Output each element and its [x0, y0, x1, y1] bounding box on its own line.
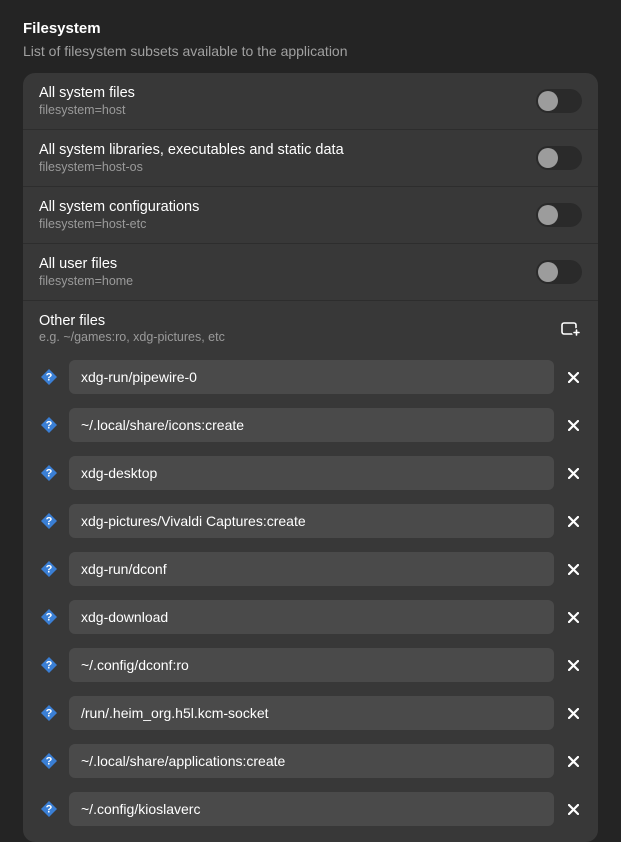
help-icon[interactable]: ? — [39, 511, 59, 531]
toggle-switch-home[interactable] — [536, 260, 582, 284]
toggle-sub: filesystem=home — [39, 274, 536, 288]
file-path-input[interactable] — [69, 456, 554, 490]
svg-text:?: ? — [46, 804, 53, 816]
close-icon — [568, 756, 579, 767]
help-icon[interactable]: ? — [39, 367, 59, 387]
remove-file-button[interactable] — [564, 656, 582, 674]
toggle-switch-host-os[interactable] — [536, 146, 582, 170]
close-icon — [568, 372, 579, 383]
file-row: ? — [39, 792, 582, 826]
file-row: ? — [39, 600, 582, 634]
remove-file-button[interactable] — [564, 608, 582, 626]
add-file-button[interactable] — [560, 318, 582, 340]
toggle-row-host-etc: All system configurations filesystem=hos… — [23, 187, 598, 244]
file-row: ? — [39, 696, 582, 730]
remove-file-button[interactable] — [564, 800, 582, 818]
help-icon[interactable]: ? — [39, 607, 59, 627]
remove-file-button[interactable] — [564, 512, 582, 530]
toggle-sub: filesystem=host-os — [39, 160, 536, 174]
close-icon — [568, 708, 579, 719]
other-files-sub: e.g. ~/games:ro, xdg-pictures, etc — [39, 330, 560, 344]
file-row: ? — [39, 360, 582, 394]
file-path-input[interactable] — [69, 360, 554, 394]
close-icon — [568, 612, 579, 623]
file-row: ? — [39, 504, 582, 538]
help-icon[interactable]: ? — [39, 655, 59, 675]
file-path-input[interactable] — [69, 408, 554, 442]
svg-text:?: ? — [46, 420, 53, 432]
svg-text:?: ? — [46, 516, 53, 528]
filesystem-panel: All system files filesystem=host All sys… — [23, 73, 598, 842]
close-icon — [568, 660, 579, 671]
toggle-row-host-os: All system libraries, executables and st… — [23, 130, 598, 187]
other-files-title: Other files — [39, 313, 560, 329]
file-row: ? — [39, 552, 582, 586]
help-icon[interactable]: ? — [39, 463, 59, 483]
file-row: ? — [39, 456, 582, 490]
svg-text:?: ? — [46, 564, 53, 576]
help-icon[interactable]: ? — [39, 751, 59, 771]
toggle-row-host: All system files filesystem=host — [23, 73, 598, 130]
other-files-section: Other files e.g. ~/games:ro, xdg-picture… — [23, 301, 598, 842]
toggle-row-home: All user files filesystem=home — [23, 244, 598, 301]
toggle-sub: filesystem=host-etc — [39, 217, 536, 231]
remove-file-button[interactable] — [564, 752, 582, 770]
file-row: ? — [39, 744, 582, 778]
svg-text:?: ? — [46, 660, 53, 672]
close-icon — [568, 420, 579, 431]
toggle-title: All user files — [39, 256, 536, 272]
svg-text:?: ? — [46, 612, 53, 624]
remove-file-button[interactable] — [564, 368, 582, 386]
file-path-input[interactable] — [69, 504, 554, 538]
help-icon[interactable]: ? — [39, 799, 59, 819]
close-icon — [568, 564, 579, 575]
close-icon — [568, 804, 579, 815]
toggle-sub: filesystem=host — [39, 103, 536, 117]
toggle-switch-host-etc[interactable] — [536, 203, 582, 227]
section-description: List of filesystem subsets available to … — [23, 43, 598, 59]
toggle-title: All system libraries, executables and st… — [39, 142, 536, 158]
svg-text:?: ? — [46, 708, 53, 720]
help-icon[interactable]: ? — [39, 559, 59, 579]
toggle-title: All system files — [39, 85, 536, 101]
file-path-input[interactable] — [69, 600, 554, 634]
remove-file-button[interactable] — [564, 704, 582, 722]
help-icon[interactable]: ? — [39, 415, 59, 435]
svg-text:?: ? — [46, 372, 53, 384]
section-title: Filesystem — [23, 20, 598, 37]
file-row: ? — [39, 408, 582, 442]
file-path-input[interactable] — [69, 552, 554, 586]
file-path-input[interactable] — [69, 744, 554, 778]
close-icon — [568, 516, 579, 527]
remove-file-button[interactable] — [564, 560, 582, 578]
svg-text:?: ? — [46, 468, 53, 480]
toggle-title: All system configurations — [39, 199, 536, 215]
help-icon[interactable]: ? — [39, 703, 59, 723]
file-path-input[interactable] — [69, 696, 554, 730]
remove-file-button[interactable] — [564, 416, 582, 434]
file-path-input[interactable] — [69, 648, 554, 682]
remove-file-button[interactable] — [564, 464, 582, 482]
svg-text:?: ? — [46, 756, 53, 768]
file-path-input[interactable] — [69, 792, 554, 826]
close-icon — [568, 468, 579, 479]
toggle-switch-host[interactable] — [536, 89, 582, 113]
file-row: ? — [39, 648, 582, 682]
add-icon — [561, 319, 581, 339]
